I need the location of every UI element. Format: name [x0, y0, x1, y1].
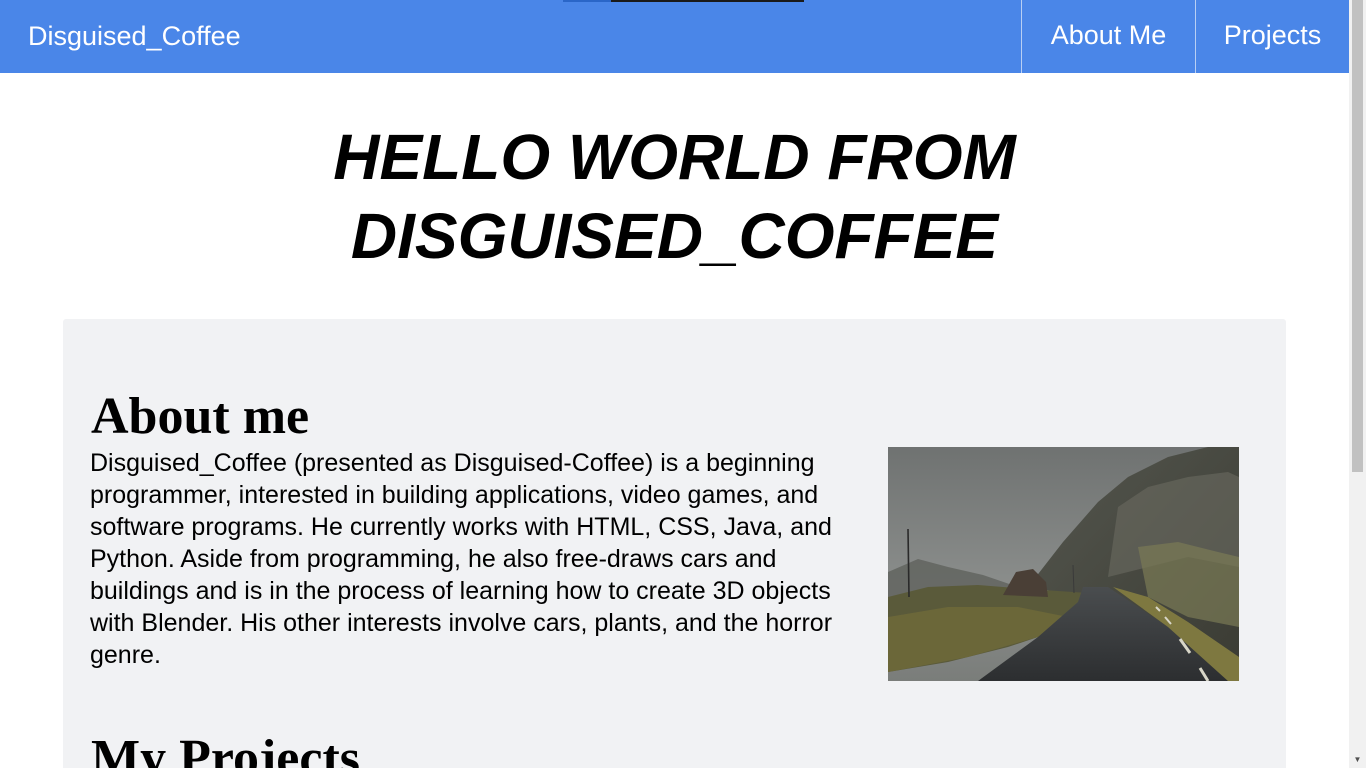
browser-viewport: Disguised_Coffee About Me Projects HELLO…: [0, 0, 1366, 768]
nav-link-about-me[interactable]: About Me: [1021, 0, 1195, 73]
brand-link[interactable]: Disguised_Coffee: [28, 0, 241, 73]
misty-mountain-road-photo: [888, 447, 1239, 681]
vertical-scrollbar[interactable]: ▼: [1349, 0, 1366, 768]
my-projects-heading: My Projects: [91, 730, 361, 768]
hero-heading-line-2: DISGUISED_COFFEE: [350, 200, 999, 272]
hero-heading-line-1: HELLO WORLD FROM: [333, 121, 1016, 193]
about-me-text: Disguised_Coffee (presented as Disguised…: [90, 449, 833, 669]
top-accent-strip: [563, 0, 804, 2]
page: Disguised_Coffee About Me Projects HELLO…: [0, 0, 1349, 768]
about-me-heading: About me: [91, 388, 310, 445]
hero-heading: HELLO WORLD FROM DISGUISED_COFFEE: [0, 118, 1349, 276]
nav-link-projects[interactable]: Projects: [1195, 0, 1349, 73]
navbar: Disguised_Coffee About Me Projects: [0, 0, 1349, 73]
nav-links: About Me Projects: [1021, 0, 1349, 73]
scroll-down-arrow-icon[interactable]: ▼: [1349, 751, 1366, 768]
scrollbar-thumb[interactable]: [1352, 0, 1363, 472]
content-panel: About me Disguised_Coffee (presented as …: [63, 319, 1286, 768]
